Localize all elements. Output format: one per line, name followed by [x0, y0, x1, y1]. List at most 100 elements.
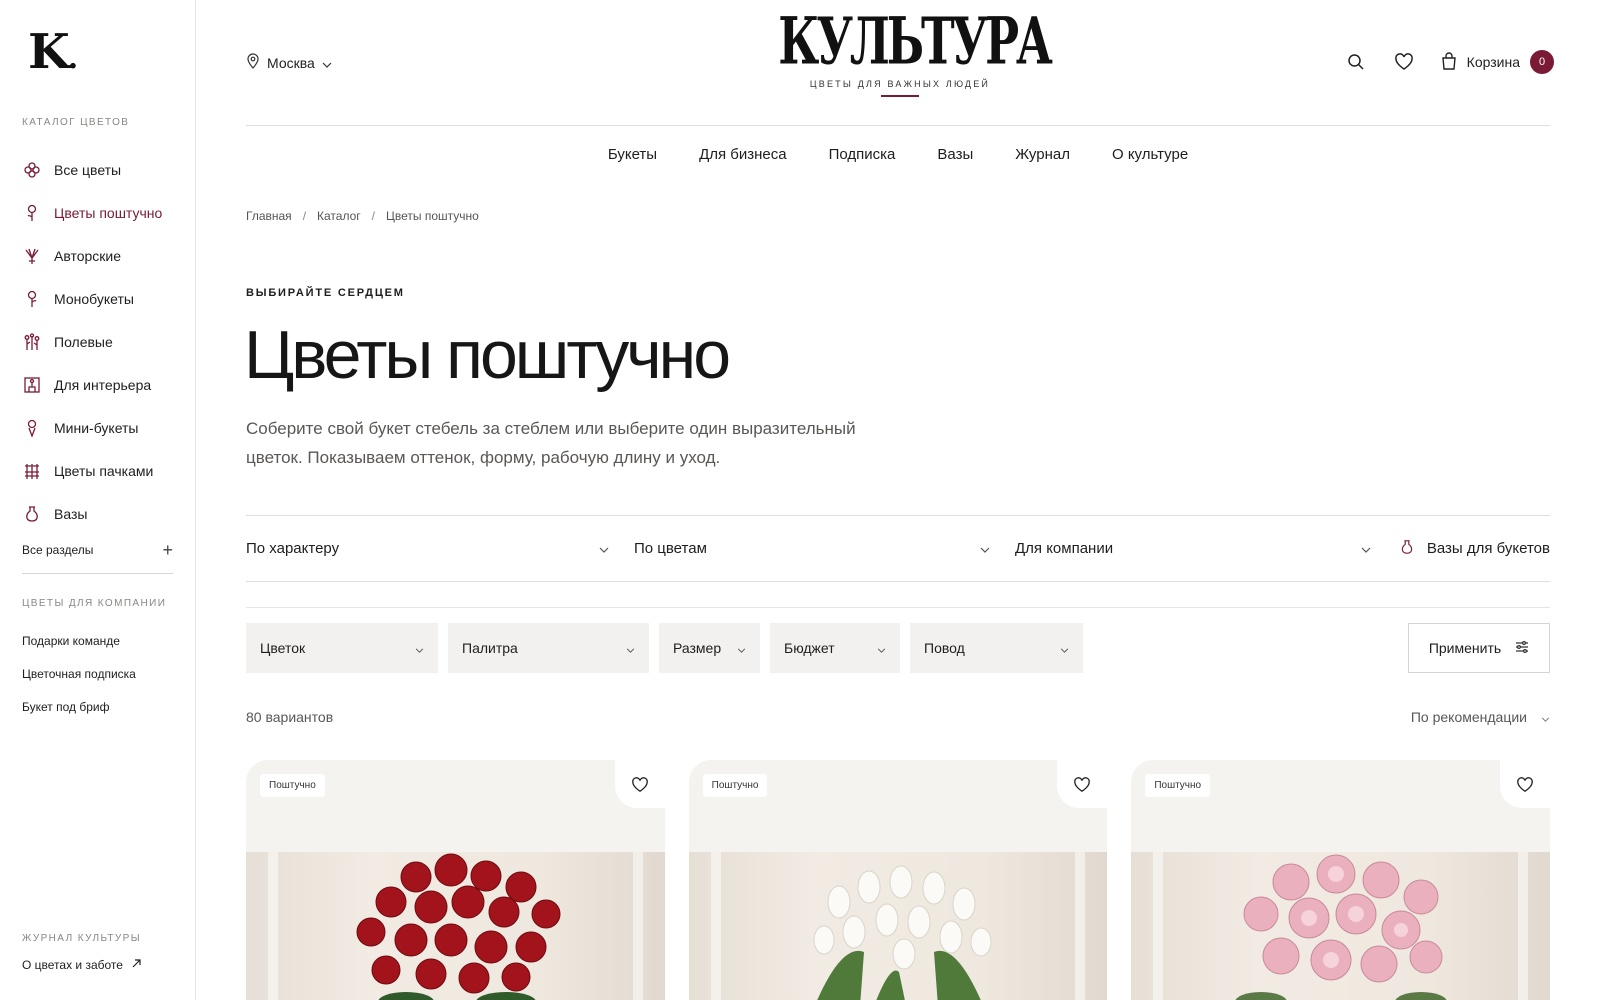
filter-by-colors[interactable]: По цветам — [627, 540, 1008, 557]
nav-about[interactable]: О культуре — [1112, 146, 1188, 163]
sidebar-item-monobouquets[interactable]: Монобукеты — [22, 277, 182, 320]
nav-journal[interactable]: Журнал — [1015, 146, 1070, 163]
sidebar-item-single-flowers[interactable]: Цветы поштучно — [22, 191, 182, 234]
heart-icon[interactable] — [1393, 51, 1415, 73]
bundle-icon — [22, 461, 42, 481]
chevron-down-icon — [1541, 709, 1550, 725]
logo[interactable]: K. — [28, 28, 78, 76]
divider — [246, 607, 1550, 608]
select-label: Палитра — [462, 640, 518, 656]
sidebar-item-interior[interactable]: Для интерьера — [22, 363, 182, 406]
chevron-down-icon — [626, 640, 635, 656]
sidebar-item-mini-bouquets[interactable]: Мини-букеты — [22, 406, 182, 449]
apply-filters-button[interactable]: Применить — [1408, 623, 1550, 673]
breadcrumb-separator: / — [371, 209, 375, 223]
search-icon[interactable] — [1345, 51, 1367, 73]
wildflowers-icon — [22, 332, 42, 352]
filter-by-character[interactable]: По характеру — [246, 540, 627, 557]
journal-section-title: ЖУРНАЛ КУЛЬТУРЫ — [22, 933, 141, 944]
nav-vases[interactable]: Вазы — [937, 146, 973, 163]
chevron-down-icon — [599, 540, 609, 557]
product-card[interactable]: Поштучно — [246, 760, 665, 1000]
sidebar-item-vases[interactable]: Вазы — [22, 492, 182, 535]
page-eyebrow: ВЫБИРАЙТЕ СЕРДЦЕМ — [246, 287, 405, 299]
arrow-up-right-icon — [131, 958, 142, 972]
sidebar-item-bundles[interactable]: Цветы пачками — [22, 449, 182, 492]
brand-title: КУЛЬТУРА — [778, 2, 1053, 80]
flower-select[interactable]: Цветок — [246, 623, 438, 673]
size-select[interactable]: Размер — [659, 623, 760, 673]
breadcrumb-current: Цветы поштучно — [386, 209, 479, 223]
breadcrumb-home[interactable]: Главная — [246, 209, 292, 223]
heart-icon[interactable] — [1514, 774, 1536, 796]
product-card[interactable]: Поштучно — [688, 760, 1108, 1000]
catalog-list: Все цветы Цветы поштучно Авторские Моноб… — [22, 148, 182, 535]
chevron-down-icon — [980, 540, 990, 557]
sidebar-item-label: Мини-букеты — [54, 419, 139, 436]
sort-label: По рекомендации — [1410, 709, 1527, 725]
category-filter-row: По характеру По цветам Для компании Вазы… — [246, 515, 1550, 582]
product-card[interactable]: Поштучно — [1131, 760, 1551, 1000]
chevron-down-icon — [322, 55, 332, 71]
select-label: Размер — [673, 640, 722, 656]
flower-icon — [22, 160, 42, 180]
heart-icon[interactable] — [629, 774, 651, 796]
city-label: Москва — [267, 54, 315, 71]
company-link-brief-bouquet[interactable]: Букет под бриф — [22, 700, 136, 733]
budget-select[interactable]: Бюджет — [770, 623, 900, 673]
cart-label: Корзина — [1466, 54, 1520, 70]
company-link-subscription[interactable]: Цветочная подписка — [22, 667, 136, 700]
single-flower-icon — [22, 203, 42, 223]
results-count: 80 вариантов — [246, 709, 334, 725]
sidebar-item-all-flowers[interactable]: Все цветы — [22, 148, 182, 191]
city-selector[interactable]: Москва — [246, 53, 332, 72]
company-link-team-gifts[interactable]: Подарки команде — [22, 634, 136, 667]
chevron-down-icon — [877, 640, 886, 656]
brand-tagline: ЦВЕТЫ ДЛЯ ВАЖНЫХ ЛЮДЕЙ — [809, 79, 991, 89]
brand-logo[interactable]: КУЛЬТУРА ЦВЕТЫ ДЛЯ ВАЖНЫХ ЛЮДЕЙ — [740, 2, 1060, 97]
sort-select[interactable]: По рекомендации — [1411, 709, 1550, 725]
journal-link[interactable]: О цветах и заботе — [22, 958, 142, 972]
all-sections-label: Все разделы — [22, 543, 94, 557]
heart-icon[interactable] — [1071, 774, 1093, 796]
page-description: Соберите свой букет стебель за стеблем и… — [246, 419, 856, 467]
sidebar-item-label: Цветы поштучно — [54, 204, 163, 221]
nav-subscription[interactable]: Подписка — [829, 146, 896, 163]
filter-label: По характеру — [246, 540, 340, 557]
product-image — [1131, 852, 1551, 1000]
vase-icon — [1399, 538, 1415, 560]
sidebar-item-label: Вазы — [54, 505, 88, 522]
select-label: Цветок — [260, 640, 306, 656]
filter-label: Для компании — [1015, 540, 1114, 557]
cart-button[interactable]: Корзина 0 — [1441, 50, 1554, 74]
product-grid: Поштучно Поштучно Поштучно — [246, 760, 1551, 1000]
vase-icon — [22, 504, 42, 524]
breadcrumb-separator: / — [302, 209, 307, 223]
nav-business[interactable]: Для бизнеса — [699, 146, 787, 163]
vases-for-bouquets-link[interactable]: Вазы для букетов — [1389, 538, 1550, 560]
palette-select[interactable]: Палитра — [448, 623, 649, 673]
filter-label: По цветам — [634, 540, 707, 557]
single-flower-icon — [22, 289, 42, 309]
filter-for-company[interactable]: Для компании — [1008, 540, 1389, 557]
sidebar-item-author[interactable]: Авторские — [22, 234, 182, 277]
sidebar-item-label: Цветы пачками — [54, 462, 154, 479]
product-image — [246, 852, 665, 1000]
occasion-select[interactable]: Повод — [910, 623, 1083, 673]
interior-icon — [22, 375, 42, 395]
page-title: Цветы поштучно — [244, 317, 731, 393]
company-section-title: ЦВЕТЫ ДЛЯ КОМПАНИИ — [22, 598, 167, 609]
all-sections-toggle[interactable]: Все разделы + — [22, 541, 173, 574]
header-divider — [246, 125, 1550, 126]
nav-bouquets[interactable]: Букеты — [608, 146, 657, 163]
chevron-down-icon — [1361, 540, 1371, 557]
location-pin-icon — [246, 53, 260, 72]
breadcrumb: Главная / Каталог / Цветы поштучно — [246, 209, 479, 223]
breadcrumb-catalog[interactable]: Каталог — [317, 209, 361, 223]
chevron-down-icon — [415, 640, 424, 656]
sliders-icon — [1515, 640, 1529, 656]
catalog-section-title: КАТАЛОГ ЦВЕТОВ — [22, 117, 130, 128]
sidebar-item-wildflowers[interactable]: Полевые — [22, 320, 182, 363]
white-tulips-illustration — [813, 865, 992, 1000]
vases-link-label: Вазы для букетов — [1426, 540, 1550, 557]
